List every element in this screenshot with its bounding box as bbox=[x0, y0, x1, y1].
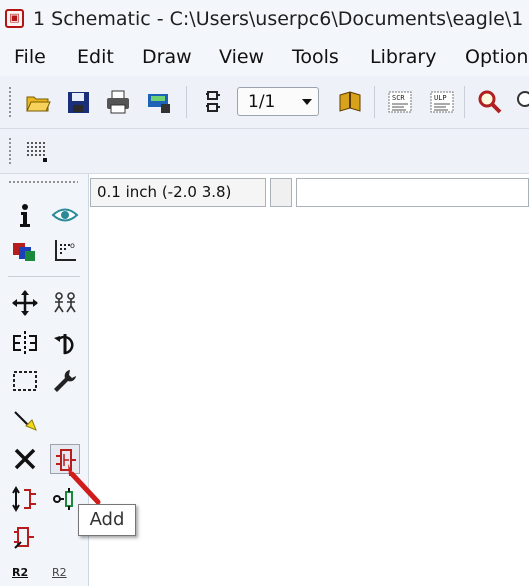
toolbar-separator bbox=[374, 86, 375, 118]
info-icon[interactable] bbox=[10, 200, 40, 230]
change-wrench-icon[interactable] bbox=[50, 366, 80, 396]
grid-icon[interactable] bbox=[24, 137, 52, 165]
show-eye-icon[interactable] bbox=[50, 200, 80, 230]
menu-edit[interactable]: Edit bbox=[77, 46, 114, 68]
mark-icon[interactable]: o bbox=[50, 236, 80, 266]
cam-processor-icon[interactable] bbox=[145, 88, 173, 116]
open-icon[interactable] bbox=[24, 88, 52, 116]
print-icon[interactable] bbox=[104, 88, 132, 116]
menu-view[interactable]: View bbox=[219, 46, 264, 68]
display-layers-icon[interactable] bbox=[10, 236, 40, 266]
toolbar-grip[interactable] bbox=[8, 137, 12, 165]
wire-icon[interactable] bbox=[10, 406, 40, 436]
sheet-select-value: 1/1 bbox=[248, 92, 276, 112]
zoom-fit-icon[interactable] bbox=[476, 88, 504, 116]
sheet-select[interactable]: 1/1 bbox=[237, 87, 319, 116]
group-icon[interactable] bbox=[10, 366, 40, 396]
chevron-down-icon bbox=[302, 99, 312, 105]
eagle-app-icon[interactable]: ▣ bbox=[5, 9, 24, 28]
delete-icon[interactable] bbox=[10, 444, 40, 474]
ulp-icon[interactable]: ULP bbox=[428, 88, 456, 116]
copy-icon[interactable] bbox=[50, 288, 80, 318]
add-tooltip: Add bbox=[78, 504, 136, 536]
split-icon[interactable] bbox=[10, 522, 40, 552]
library-book-icon[interactable] bbox=[336, 88, 364, 116]
toolbar-grip[interactable] bbox=[8, 86, 12, 118]
name-tool-label[interactable]: R2 bbox=[12, 566, 28, 579]
menu-bar: File Edit Draw View Tools Library Option bbox=[0, 40, 529, 76]
status-indicator bbox=[270, 178, 292, 207]
menu-draw[interactable]: Draw bbox=[142, 46, 192, 68]
sheets-icon[interactable] bbox=[199, 88, 227, 116]
sidebar-grip[interactable] bbox=[8, 180, 78, 184]
rotate-icon[interactable] bbox=[50, 328, 80, 358]
command-sidebar: o R2 R2 bbox=[0, 174, 89, 586]
sidebar-separator bbox=[8, 276, 80, 277]
svg-text:ULP: ULP bbox=[434, 94, 447, 102]
schematic-canvas[interactable] bbox=[90, 210, 529, 586]
save-icon[interactable] bbox=[64, 88, 92, 116]
svg-text:o: o bbox=[70, 241, 75, 250]
command-line-input[interactable] bbox=[296, 178, 529, 207]
coordinate-display: 0.1 inch (-2.0 3.8) bbox=[90, 178, 266, 207]
pointer-arrow-annotation bbox=[68, 464, 101, 505]
zoom-in-icon[interactable] bbox=[514, 88, 529, 116]
value-tool-label[interactable]: R2 bbox=[52, 566, 67, 579]
menu-tools[interactable]: Tools bbox=[292, 46, 339, 68]
menu-options[interactable]: Option bbox=[465, 46, 528, 68]
svg-text:SCR: SCR bbox=[392, 94, 405, 102]
title-bar: ▣ 1 Schematic - C:\Users\userpc6\Documen… bbox=[0, 0, 529, 41]
move-icon[interactable] bbox=[10, 288, 40, 318]
replace-icon[interactable] bbox=[10, 484, 40, 514]
main-toolbar: 1/1 SCR ULP bbox=[0, 76, 529, 129]
toolbar-separator bbox=[464, 86, 465, 118]
script-icon[interactable]: SCR bbox=[386, 88, 414, 116]
menu-library[interactable]: Library bbox=[370, 46, 436, 68]
menu-file[interactable]: File bbox=[14, 46, 46, 68]
window-title: 1 Schematic - C:\Users\userpc6\Documents… bbox=[33, 8, 524, 30]
toolbar-separator bbox=[186, 86, 187, 118]
parameter-toolbar bbox=[0, 129, 529, 174]
status-bar: 0.1 inch (-2.0 3.8) bbox=[90, 178, 529, 208]
mirror-icon[interactable] bbox=[10, 328, 40, 358]
